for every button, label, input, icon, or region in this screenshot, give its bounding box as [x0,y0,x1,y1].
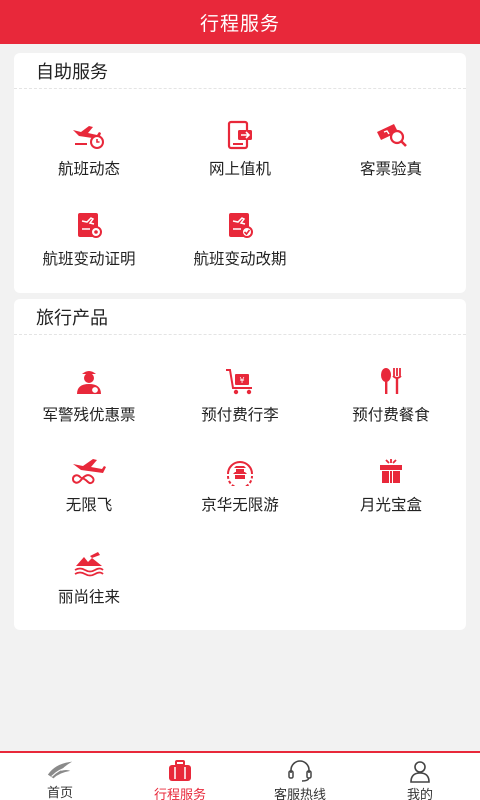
prepaid-luggage-item[interactable]: ¥ 预付费行李 [165,365,315,435]
item-label: 京华无限游 [201,496,279,514]
item-label: 丽尚往来 [57,588,120,606]
online-checkin-item[interactable]: 网上值机 [165,119,315,189]
prepaid-meal-item[interactable]: 预付费餐食 [316,365,466,435]
item-label: 预付费餐食 [352,406,430,424]
flight-reschedule-icon [222,209,258,241]
tab-label: 首页 [46,786,73,800]
section-title: 自助服务 [14,53,466,89]
item-label: 航班动态 [57,160,120,178]
officer-icon [71,365,107,397]
tab-label: 我的 [406,788,433,800]
tab-home[interactable]: 首页 [0,753,120,800]
tab-customer-hotline[interactable]: 客服热线 [240,753,360,800]
gift-box-icon [373,455,409,487]
flight-status-item[interactable]: 航班动态 [14,119,164,189]
item-label: 客票验真 [359,160,422,178]
section-title: 旅行产品 [14,299,466,335]
flight-clock-icon [71,119,107,151]
lishang-item[interactable]: 丽尚往来 [14,547,164,617]
utensils-icon [373,365,409,397]
item-label: 预付费行李 [201,406,279,424]
item-label: 航班变动改期 [193,250,287,268]
tab-mine[interactable]: 我的 [360,753,480,800]
user-icon [406,759,434,783]
tab-trip-services[interactable]: 行程服务 [120,753,240,800]
travel-products-card: 旅行产品 军警残优惠票 ¥ 预付费行李 预付费餐食 无限飞 京华无限游 月光宝盒… [14,299,466,630]
temple-badge-icon [222,455,258,487]
moonlight-box-item[interactable]: 月光宝盒 [316,455,466,525]
suitcase-icon [166,759,194,783]
mountain-sea-icon [71,547,107,579]
flight-change-reschedule-item[interactable]: 航班变动改期 [165,209,315,279]
top-bar: 行程服务 [0,0,480,44]
ticket-verify-item[interactable]: 客票验真 [316,119,466,189]
page-title: 行程服务 [199,12,280,35]
flight-change-certificate-item[interactable]: 航班变动证明 [14,209,164,279]
unlimited-fly-item[interactable]: 无限飞 [14,455,164,525]
item-label: 军警残优惠票 [42,406,136,424]
bottom-tab-bar: 首页 行程服务 客服热线 我的 [0,751,480,800]
headset-icon [286,759,314,783]
item-label: 网上值机 [208,160,271,178]
jinghua-unlimited-tour-item[interactable]: 京华无限游 [165,455,315,525]
checkin-device-icon [222,119,258,151]
item-label: 无限飞 [65,496,113,514]
item-label: 月光宝盒 [359,496,422,514]
flight-certificate-icon [71,209,107,241]
home-logo-icon [46,759,74,781]
military-discount-item[interactable]: 军警残优惠票 [14,365,164,435]
self-service-card: 自助服务 航班动态 网上值机 客票验真 航班变动证明 航班变动改期 [14,53,466,293]
luggage-cart-icon: ¥ [222,365,258,397]
item-label: 航班变动证明 [42,250,136,268]
ticket-verify-icon [373,119,409,151]
tab-label: 行程服务 [153,788,206,800]
infinity-plane-icon [71,455,107,487]
tab-label: 客服热线 [273,788,326,800]
svg-text:¥: ¥ [239,376,244,385]
